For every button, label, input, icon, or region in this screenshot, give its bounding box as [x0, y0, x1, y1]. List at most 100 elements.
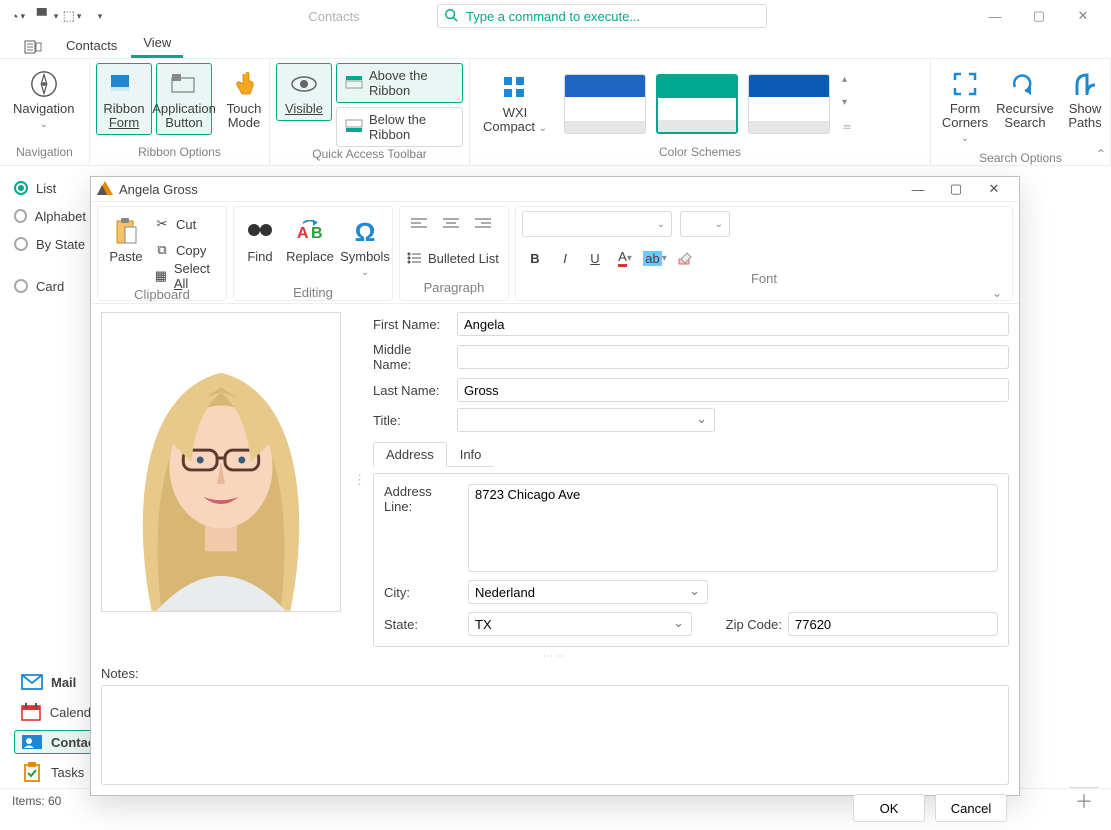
scheme-blue[interactable]: [564, 74, 646, 134]
app-button-icon: [168, 68, 200, 100]
middle-name-input[interactable]: [457, 345, 1009, 369]
window-controls: ― ▢ ✕: [973, 2, 1105, 30]
font-color-button[interactable]: A▾: [612, 245, 638, 271]
align-center-button[interactable]: [438, 211, 464, 237]
splitter-h[interactable]: ⋯⋯: [91, 647, 1019, 666]
state-select[interactable]: TX: [468, 612, 692, 636]
show-paths-button[interactable]: ShowPaths: [1057, 63, 1111, 135]
above-icon: [345, 75, 363, 92]
qat-visible-button[interactable]: Visible: [276, 63, 332, 121]
scheme-navy[interactable]: [748, 74, 830, 134]
qat-overflow[interactable]: ▾: [87, 4, 111, 28]
tab-view[interactable]: View: [131, 31, 183, 58]
select-all-icon: ▦: [154, 268, 168, 284]
dialog-minimize[interactable]: ―: [899, 177, 937, 201]
cancel-button[interactable]: Cancel: [935, 794, 1007, 822]
copy-button[interactable]: ⧉Copy: [154, 239, 220, 261]
last-name-input[interactable]: [457, 378, 1009, 402]
contact-form: First Name: Middle Name: Last Name: Titl…: [373, 312, 1009, 647]
above-ribbon-option[interactable]: Above the Ribbon: [336, 63, 463, 103]
underline-button[interactable]: U: [582, 245, 608, 271]
font-size-combo[interactable]: ⌄: [680, 211, 730, 237]
city-select[interactable]: Nederland: [468, 580, 708, 604]
dialog-ribbon-expand[interactable]: ⌄: [992, 286, 1006, 300]
first-name-input[interactable]: [457, 312, 1009, 336]
touch-icon: [228, 68, 260, 100]
contact-dialog: Angela Gross ― ▢ ✕ Paste ✂Cut ⧉Copy ▦Sel…: [90, 176, 1020, 796]
qat: ◔▾ ▝▘▾ ⬚▾ ▾: [6, 4, 111, 28]
splitter-v[interactable]: ⋮: [353, 312, 361, 647]
font-family-combo[interactable]: ⌄: [522, 211, 672, 237]
filter-alphabet[interactable]: Alphabet: [14, 202, 86, 230]
ribbon-collapse-icon[interactable]: ⌃: [1096, 147, 1106, 161]
pane-contacts[interactable]: Contac: [14, 730, 98, 754]
filter-card[interactable]: Card: [14, 272, 86, 300]
select-dropdown[interactable]: ⬚▾: [60, 4, 84, 28]
highlight-button[interactable]: ab▾: [642, 245, 668, 271]
clear-format-button[interactable]: [672, 245, 698, 271]
skin-dropdown[interactable]: ◔▾: [6, 4, 30, 28]
bulleted-list-button[interactable]: Bulleted List: [406, 247, 499, 269]
tabs: Contacts View: [0, 32, 1111, 58]
tab-contacts[interactable]: Contacts: [54, 34, 129, 58]
align-right-button[interactable]: [470, 211, 496, 237]
replace-icon: AB: [294, 216, 326, 248]
wxi-compact-button[interactable]: WXICompact ⌄: [476, 67, 554, 141]
italic-button[interactable]: I: [552, 245, 578, 271]
compass-icon: [28, 68, 60, 100]
copy-icon: ⧉: [154, 242, 170, 258]
contacts-icon: [21, 733, 43, 751]
ribbon-form-icon: [108, 68, 140, 100]
paste-button[interactable]: Paste: [104, 211, 148, 269]
dialog-maximize[interactable]: ▢: [937, 177, 975, 201]
scheme-green[interactable]: [656, 74, 738, 134]
find-button[interactable]: Find: [240, 211, 280, 269]
tab-address[interactable]: Address: [373, 442, 447, 467]
maximize-button[interactable]: ▢: [1017, 2, 1061, 30]
bold-button[interactable]: B: [522, 245, 548, 271]
tab-info[interactable]: Info: [447, 442, 495, 467]
filter-list[interactable]: List: [14, 174, 86, 202]
nav-panes: Mail Calend Contac Tasks: [14, 670, 98, 784]
application-button[interactable]: ApplicationButton: [156, 63, 212, 135]
layout-dropdown[interactable]: ▝▘▾: [33, 4, 57, 28]
dialog-close[interactable]: ✕: [975, 177, 1013, 201]
tasks-icon: [21, 763, 43, 781]
ribbon-form-button[interactable]: RibbonForm: [96, 63, 152, 135]
paths-icon: [1069, 68, 1101, 100]
notes-input[interactable]: [101, 685, 1009, 785]
below-ribbon-option[interactable]: Below the Ribbon: [336, 107, 463, 147]
address-line-input[interactable]: [468, 484, 998, 572]
symbols-button[interactable]: Ω Symbols⌄: [340, 211, 390, 285]
svg-text:A: A: [297, 225, 309, 242]
ribbon: Navigation⌄ Navigation RibbonForm Applic…: [0, 58, 1111, 166]
replace-button[interactable]: AB Replace: [286, 211, 334, 269]
recursive-search-button[interactable]: RecursiveSearch: [997, 63, 1053, 135]
status-items: Items: 60: [12, 794, 61, 808]
pane-mail[interactable]: Mail: [14, 670, 98, 694]
file-menu-icon[interactable]: [20, 36, 46, 58]
cut-icon: ✂: [154, 216, 170, 232]
title-select[interactable]: [457, 408, 715, 432]
close-button[interactable]: ✕: [1061, 2, 1105, 30]
align-left-button[interactable]: [406, 211, 432, 237]
command-box[interactable]: [437, 4, 767, 28]
form-corners-button[interactable]: FormCorners ⌄: [937, 63, 993, 151]
pane-calendar[interactable]: Calend: [14, 700, 98, 724]
minimize-button[interactable]: ―: [973, 2, 1017, 30]
touch-mode-button[interactable]: TouchMode: [216, 63, 272, 135]
recursive-icon: [1009, 68, 1041, 100]
calendar-icon: [21, 703, 42, 721]
filter-bystate[interactable]: By State: [14, 230, 86, 258]
cut-button[interactable]: ✂Cut: [154, 213, 220, 235]
navigation-button[interactable]: Navigation⌄: [6, 63, 81, 137]
zip-input[interactable]: [788, 612, 998, 636]
ok-button[interactable]: OK: [853, 794, 925, 822]
contact-photo[interactable]: [101, 312, 341, 612]
scheme-scroller[interactable]: ▴▾＝: [840, 74, 854, 134]
pane-tasks[interactable]: Tasks: [14, 760, 98, 784]
title-bar: ◔▾ ▝▘▾ ⬚▾ ▾ Contacts ― ▢ ✕: [0, 0, 1111, 32]
status-add[interactable]: ＋: [1069, 787, 1099, 814]
select-all-button[interactable]: ▦Select All: [154, 265, 220, 287]
command-input[interactable]: [464, 8, 760, 25]
